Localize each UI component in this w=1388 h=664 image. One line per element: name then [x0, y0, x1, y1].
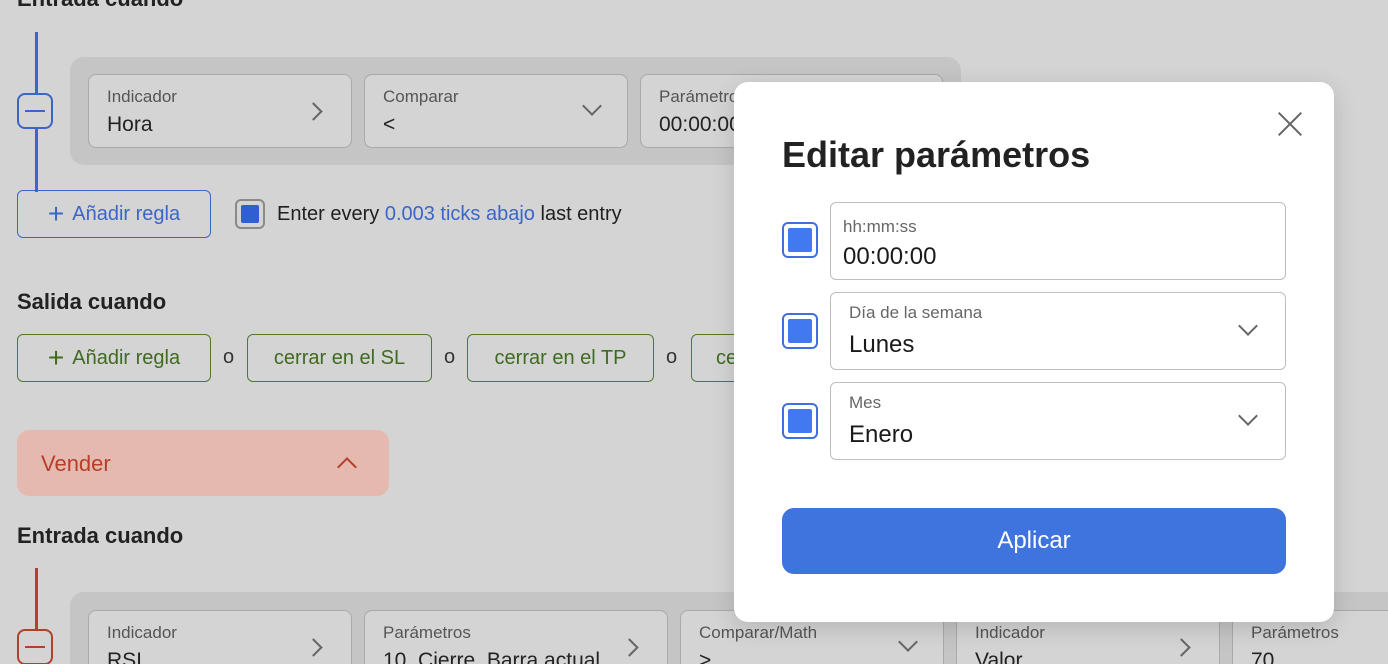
compare-value: <: [383, 113, 396, 136]
add-exit-rule-label: Añadir regla: [72, 346, 181, 369]
or-separator: o: [444, 346, 456, 368]
exit-section-title: Salida cuando: [17, 289, 167, 314]
chevron-right-icon: [620, 638, 639, 657]
minus-icon: [25, 646, 45, 648]
close-sl-button[interactable]: cerrar en el SL: [247, 334, 432, 382]
enter-every-link[interactable]: 0.003 ticks abajo: [385, 203, 535, 225]
enter-every-prefix: Enter every: [277, 203, 380, 225]
sell-params-field[interactable]: Parámetros 10, Cierre, Barra actual: [364, 610, 668, 664]
enter-every-text: Enter every 0.003 ticks abajo last entry: [277, 203, 622, 226]
enter-every-suffix: last entry: [540, 203, 622, 225]
checkbox-fill: [788, 409, 812, 433]
sell-entry-section-title: Entrada cuando: [17, 523, 184, 548]
weekday-select-value: Lunes: [849, 331, 915, 358]
plus-icon: +: [47, 198, 65, 229]
chevron-down-icon: [1238, 316, 1258, 336]
sell-toggle-label: Vender: [41, 451, 111, 476]
chevron-down-icon: [582, 96, 602, 116]
time-input-label: hh:mm:ss: [843, 217, 917, 236]
or-separator: o: [666, 346, 678, 368]
add-entry-rule-button[interactable]: + Añadir regla: [17, 190, 211, 238]
compare-field[interactable]: Comparar <: [364, 74, 628, 148]
params-value: 00:00:00: [659, 113, 741, 136]
collapse-sell-rule-button[interactable]: [17, 629, 53, 664]
chevron-right-icon: [304, 102, 323, 121]
chevron-right-icon: [304, 638, 323, 657]
entry-section-title: Entrada cuando: [17, 0, 183, 12]
checkbox-fill: [788, 319, 812, 343]
sell-compare-value: >: [699, 649, 712, 664]
sell-toggle[interactable]: Vender: [17, 430, 389, 496]
sell-params2-label: Parámetros: [1251, 623, 1339, 642]
month-select-label: Mes: [849, 393, 882, 412]
sell-indicator-field[interactable]: Indicador RSI: [88, 610, 352, 664]
checkbox-fill: [788, 228, 812, 252]
sell-indicator-value: RSI: [107, 649, 143, 664]
close-sl-label: cerrar en el SL: [273, 346, 406, 369]
month-select[interactable]: Mes Enero: [830, 382, 1286, 460]
edit-params-modal: Editar parámetros hh:mm:ss 00:00:00 Día …: [734, 82, 1334, 622]
indicator-value: Hora: [107, 113, 153, 136]
sell-compare-label: Comparar/Math: [699, 623, 818, 642]
indicator-label: Indicador: [107, 87, 177, 106]
add-rule-label: Añadir regla: [72, 202, 181, 225]
or-separator: o: [223, 346, 235, 368]
collapse-rule-button[interactable]: [17, 93, 53, 129]
sell-indicator2-label: Indicador: [975, 623, 1045, 642]
time-input-value: 00:00:00: [843, 243, 937, 270]
sell-params-label: Parámetros: [383, 623, 471, 642]
sell-indicator2-value: Valor: [975, 649, 1023, 664]
weekday-select-label: Día de la semana: [849, 303, 983, 322]
weekday-checkbox[interactable]: [782, 313, 818, 349]
compare-label: Comparar: [383, 87, 459, 106]
weekday-select[interactable]: Día de la semana Lunes: [830, 292, 1286, 370]
plus-icon: +: [47, 342, 65, 373]
checkbox-fill: [241, 205, 259, 223]
modal-title: Editar parámetros: [782, 134, 1091, 175]
chevron-right-icon: [1172, 638, 1191, 657]
enter-every-checkbox[interactable]: [235, 199, 265, 229]
sell-indicator-label: Indicador: [107, 623, 177, 642]
add-exit-rule-button[interactable]: + Añadir regla: [17, 334, 211, 382]
chevron-down-icon: [1238, 406, 1258, 426]
minus-icon: [25, 110, 45, 112]
indicator-field[interactable]: Indicador Hora: [88, 74, 352, 148]
apply-button[interactable]: Aplicar: [782, 508, 1286, 574]
close-tp-label: cerrar en el TP: [494, 346, 627, 369]
close-icon[interactable]: [1274, 108, 1306, 140]
sell-params2-value: 70: [1251, 649, 1275, 664]
sell-entry-rail: [35, 568, 38, 638]
month-checkbox[interactable]: [782, 403, 818, 439]
chevron-down-icon: [898, 632, 918, 652]
time-checkbox[interactable]: [782, 222, 818, 258]
chevron-up-icon: [337, 457, 357, 477]
close-tp-button[interactable]: cerrar en el TP: [467, 334, 654, 382]
month-select-value: Enero: [849, 421, 914, 448]
time-input[interactable]: hh:mm:ss 00:00:00: [830, 202, 1286, 280]
sell-params-value: 10, Cierre, Barra actual: [383, 649, 601, 664]
